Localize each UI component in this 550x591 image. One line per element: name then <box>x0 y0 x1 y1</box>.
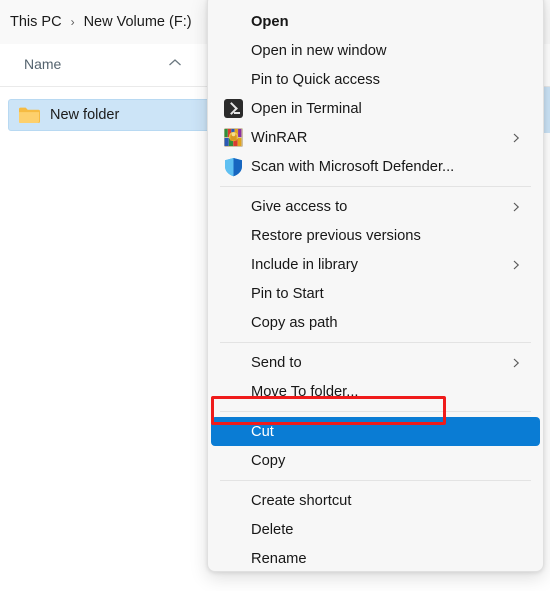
menu-separator <box>220 480 531 481</box>
menu-item-label: Cut <box>251 423 274 440</box>
menu-item-cut[interactable]: Cut <box>211 417 540 446</box>
icon-placeholder <box>222 421 244 443</box>
list-item-label: New folder <box>50 107 120 123</box>
menu-item-give-access-to[interactable]: Give access to <box>211 192 540 221</box>
icon-placeholder <box>222 225 244 247</box>
chevron-up-icon[interactable] <box>168 58 182 67</box>
menu-item-winrar[interactable]: WinRAR <box>211 123 540 152</box>
menu-separator <box>220 186 531 187</box>
chevron-right-icon <box>510 132 522 144</box>
column-header-name[interactable]: Name <box>24 56 61 72</box>
icon-placeholder <box>222 69 244 91</box>
menu-item-label: Scan with Microsoft Defender... <box>251 158 455 175</box>
icon-placeholder <box>222 548 244 570</box>
menu-item-create-shortcut[interactable]: Create shortcut <box>211 486 540 515</box>
terminal-icon <box>222 98 244 120</box>
icon-placeholder <box>222 312 244 334</box>
breadcrumb-item-this-pc[interactable]: This PC <box>8 12 64 32</box>
menu-item-label: Include in library <box>251 256 358 273</box>
icon-placeholder <box>222 283 244 305</box>
menu-item-open[interactable]: Open <box>211 7 540 36</box>
folder-icon <box>18 106 40 124</box>
menu-item-move-to-folder[interactable]: Move To folder... <box>211 377 540 406</box>
menu-item-label: Send to <box>251 354 302 371</box>
icon-placeholder <box>222 40 244 62</box>
context-menu: Open Open in new window Pin to Quick acces… <box>207 0 544 572</box>
icon-placeholder <box>222 490 244 512</box>
menu-item-pin-to-quick-access[interactable]: Pin to Quick access <box>211 65 540 94</box>
icon-placeholder <box>222 519 244 541</box>
menu-item-copy-as-path[interactable]: Copy as path <box>211 308 540 337</box>
menu-item-label: Pin to Quick access <box>251 71 380 88</box>
winrar-icon <box>222 127 244 149</box>
menu-item-restore-previous-versions[interactable]: Restore previous versions <box>211 221 540 250</box>
menu-item-label: Rename <box>251 550 307 567</box>
icon-placeholder <box>222 352 244 374</box>
menu-item-label: Open <box>251 13 289 30</box>
menu-separator <box>220 411 531 412</box>
menu-item-copy[interactable]: Copy <box>211 446 540 475</box>
menu-item-scan-with-microsoft-defender[interactable]: Scan with Microsoft Defender... <box>211 152 540 181</box>
icon-placeholder <box>222 11 244 33</box>
menu-item-label: Move To folder... <box>251 383 359 400</box>
menu-item-pin-to-start[interactable]: Pin to Start <box>211 279 540 308</box>
breadcrumb-item-new-volume[interactable]: New Volume (F:) <box>82 12 194 32</box>
menu-item-label: Delete <box>251 521 294 538</box>
menu-item-label: WinRAR <box>251 129 308 146</box>
chevron-left-icon[interactable]: ‹ <box>0 15 8 30</box>
menu-item-label: Open in Terminal <box>251 100 362 117</box>
icon-placeholder <box>222 196 244 218</box>
chevron-right-icon <box>510 259 522 271</box>
breadcrumb-separator: › <box>70 15 75 29</box>
menu-separator <box>220 342 531 343</box>
menu-item-label: Copy as path <box>251 314 338 331</box>
menu-item-rename[interactable]: Rename <box>211 544 540 571</box>
menu-item-label: Restore previous versions <box>251 227 421 244</box>
menu-item-send-to[interactable]: Send to <box>211 348 540 377</box>
menu-item-delete[interactable]: Delete <box>211 515 540 544</box>
menu-item-label: Give access to <box>251 198 348 215</box>
shield-icon <box>222 156 244 178</box>
icon-placeholder <box>222 381 244 403</box>
menu-item-open-in-new-window[interactable]: Open in new window <box>211 36 540 65</box>
menu-item-label: Copy <box>251 452 286 469</box>
menu-item-label: Open in new window <box>251 42 387 59</box>
icon-placeholder <box>222 450 244 472</box>
chevron-right-icon <box>510 357 522 369</box>
menu-item-include-in-library[interactable]: Include in library <box>211 250 540 279</box>
icon-placeholder <box>222 254 244 276</box>
chevron-right-icon <box>510 201 522 213</box>
menu-item-label: Pin to Start <box>251 285 324 302</box>
menu-item-label: Create shortcut <box>251 492 352 509</box>
menu-item-open-in-terminal[interactable]: Open in Terminal <box>211 94 540 123</box>
